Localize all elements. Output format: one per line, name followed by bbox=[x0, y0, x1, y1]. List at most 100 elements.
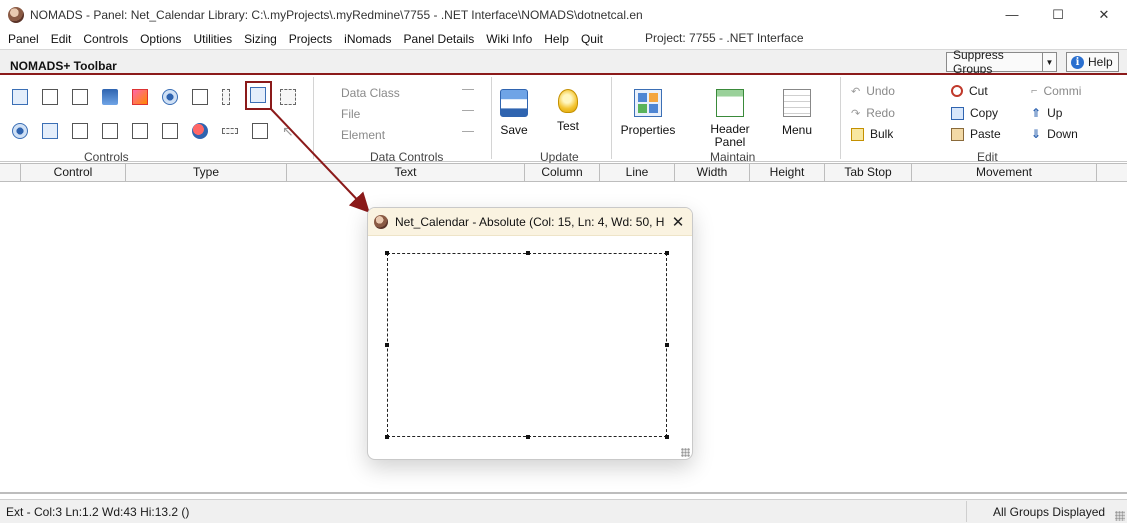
maintain-group-label: Maintain bbox=[710, 150, 756, 164]
checkbox-control-icon[interactable] bbox=[42, 89, 58, 105]
image-control-icon[interactable] bbox=[102, 89, 118, 105]
close-icon[interactable]: ✕ bbox=[668, 212, 688, 232]
maximize-button[interactable]: ☐ bbox=[1035, 0, 1081, 29]
status-bar: Ext - Col:3 Ln:1.2 Wd:43 Hi:13.2 () All … bbox=[0, 499, 1127, 523]
data-class-field bbox=[462, 89, 474, 90]
pointer-icon[interactable]: ↖ bbox=[282, 123, 298, 139]
column-header-tab-stop[interactable]: Tab Stop bbox=[824, 164, 911, 181]
resize-handle[interactable] bbox=[385, 435, 389, 439]
label-control-icon[interactable] bbox=[72, 89, 88, 105]
column-header-control[interactable]: Control bbox=[20, 164, 125, 181]
down-label: Down bbox=[1047, 127, 1078, 141]
save-button[interactable]: Save bbox=[500, 89, 528, 137]
listbox-control-icon[interactable] bbox=[42, 123, 58, 139]
column-header-type[interactable]: Type bbox=[125, 164, 286, 181]
menu-controls[interactable]: Controls bbox=[77, 32, 134, 46]
column-header-line[interactable]: Line bbox=[599, 164, 674, 181]
copy-icon bbox=[951, 106, 964, 120]
test-button[interactable]: Test bbox=[555, 89, 581, 133]
size-grip-icon[interactable] bbox=[1115, 511, 1125, 521]
save-icon bbox=[500, 89, 528, 117]
menu-button[interactable]: Menu bbox=[780, 89, 814, 137]
resize-handle[interactable] bbox=[665, 343, 669, 347]
column-header-column[interactable]: Column bbox=[524, 164, 599, 181]
help-button[interactable]: i Help bbox=[1066, 52, 1119, 72]
minimize-button[interactable]: — bbox=[989, 0, 1035, 29]
color-control-icon[interactable] bbox=[132, 89, 148, 105]
panel-design-titlebar[interactable]: Net_Calendar - Absolute (Col: 15, Ln: 4,… bbox=[368, 208, 692, 236]
file-button[interactable]: File bbox=[341, 107, 360, 121]
control-grid-header: Control Type Text Column Line Width Heig… bbox=[0, 163, 1127, 182]
menu-sizing[interactable]: Sizing bbox=[238, 32, 283, 46]
bulk-button[interactable]: Bulk bbox=[851, 127, 893, 141]
cut-button[interactable]: Cut bbox=[951, 84, 988, 98]
window-control-icon[interactable] bbox=[252, 123, 268, 139]
resize-handle[interactable] bbox=[526, 435, 530, 439]
scrollbar-control-icon[interactable] bbox=[222, 89, 230, 105]
group-separator bbox=[611, 77, 612, 159]
resize-grip-icon[interactable] bbox=[681, 448, 690, 457]
window-title: NOMADS - Panel: Net_Calendar Library: C:… bbox=[30, 7, 643, 22]
redo-label: Redo bbox=[866, 106, 895, 120]
header-panel-button[interactable]: Header Panel bbox=[708, 89, 752, 149]
selected-control-highlight bbox=[245, 81, 272, 110]
properties-button[interactable]: Properties bbox=[620, 89, 676, 137]
dropdown-arrow-icon[interactable]: ▼ bbox=[1042, 53, 1056, 71]
edit-control-icon[interactable] bbox=[72, 123, 88, 139]
progress-control-icon[interactable] bbox=[222, 128, 238, 134]
menu-quit[interactable]: Quit bbox=[575, 32, 609, 46]
status-control-info: Ext - Col:3 Ln:1.2 Wd:43 Hi:13.2 () bbox=[6, 505, 190, 519]
calendar-control-outline[interactable] bbox=[385, 251, 669, 439]
column-header-width[interactable]: Width bbox=[674, 164, 749, 181]
menu-utilities[interactable]: Utilities bbox=[187, 32, 238, 46]
panel-design-window[interactable]: Net_Calendar - Absolute (Col: 15, Ln: 4,… bbox=[367, 207, 693, 460]
down-button[interactable]: ⇓ Down bbox=[1031, 127, 1078, 141]
info-icon: i bbox=[1071, 55, 1084, 69]
static-text-control-icon[interactable] bbox=[12, 89, 28, 105]
data-class-button[interactable]: Data Class bbox=[341, 86, 400, 100]
suppress-groups-dropdown[interactable]: Suppress Groups ▼ bbox=[946, 48, 1057, 76]
group-separator bbox=[840, 77, 841, 159]
element-button[interactable]: Element bbox=[341, 128, 385, 142]
undo-button[interactable]: ↶ Undo bbox=[851, 84, 895, 98]
form-control-icon[interactable] bbox=[162, 123, 178, 139]
column-header-movement[interactable]: Movement bbox=[911, 164, 1096, 181]
resize-handle[interactable] bbox=[665, 251, 669, 255]
edit-group-label: Edit bbox=[977, 150, 998, 164]
grid-control-icon[interactable] bbox=[192, 89, 208, 105]
close-button[interactable]: ✕ bbox=[1081, 0, 1127, 29]
radio-control-icon[interactable] bbox=[12, 123, 28, 139]
chart-control-icon[interactable] bbox=[192, 123, 208, 139]
group-box-control-icon[interactable] bbox=[132, 123, 148, 139]
menu-inomads[interactable]: iNomads bbox=[338, 32, 397, 46]
title-bar: NOMADS - Panel: Net_Calendar Library: C:… bbox=[0, 0, 1127, 29]
menu-options[interactable]: Options bbox=[134, 32, 187, 46]
redo-button[interactable]: ↷ Redo bbox=[851, 106, 895, 120]
properties-button-label: Properties bbox=[620, 123, 676, 137]
toolbar-title: NOMADS+ Toolbar bbox=[10, 59, 117, 73]
commit-button[interactable]: ⌐ Commi bbox=[1031, 84, 1121, 98]
menu-panel-details[interactable]: Panel Details bbox=[398, 32, 481, 46]
app-icon bbox=[374, 214, 388, 229]
resize-handle[interactable] bbox=[526, 251, 530, 255]
menu-edit[interactable]: Edit bbox=[45, 32, 78, 46]
paste-button[interactable]: Paste bbox=[951, 127, 1001, 141]
tag-control-icon[interactable] bbox=[162, 89, 178, 105]
resize-handle[interactable] bbox=[385, 251, 389, 255]
menu-help[interactable]: Help bbox=[538, 32, 575, 46]
menu-wiki-info[interactable]: Wiki Info bbox=[480, 32, 538, 46]
header-panel-label-2: Panel bbox=[714, 135, 746, 149]
masked-edit-control-icon[interactable] bbox=[102, 123, 118, 139]
copy-button[interactable]: Copy bbox=[951, 106, 998, 120]
column-header-text[interactable]: Text bbox=[286, 164, 524, 181]
bulk-edit-icon bbox=[851, 127, 864, 141]
resize-handle[interactable] bbox=[385, 343, 389, 347]
lightbulb-icon bbox=[558, 89, 578, 113]
list-control-icon[interactable] bbox=[280, 89, 296, 105]
up-button[interactable]: ⇑ Up bbox=[1031, 106, 1062, 120]
resize-handle[interactable] bbox=[665, 435, 669, 439]
menu-projects[interactable]: Projects bbox=[283, 32, 338, 46]
menu-panel[interactable]: Panel bbox=[2, 32, 45, 46]
paste-label: Paste bbox=[970, 127, 1001, 141]
column-header-height[interactable]: Height bbox=[749, 164, 824, 181]
